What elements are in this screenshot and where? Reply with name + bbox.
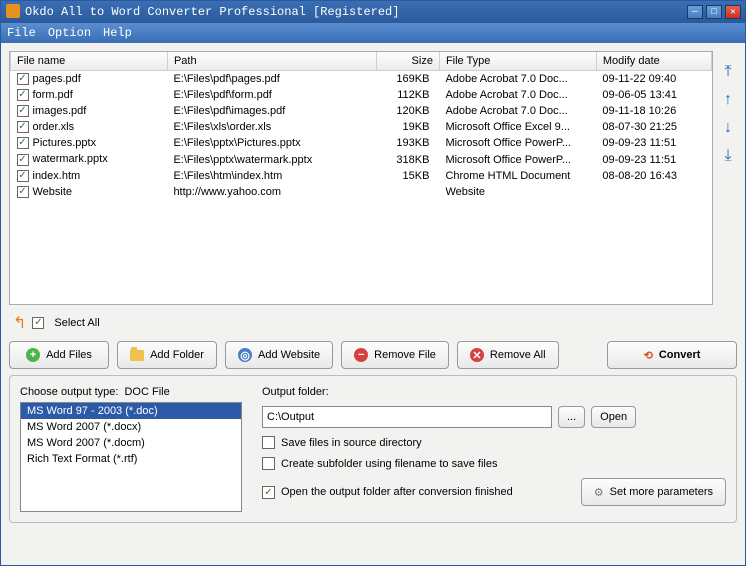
add-files-button[interactable]: + Add Files <box>9 341 109 369</box>
up-folder-icon[interactable]: ↰ <box>13 313 26 333</box>
open-after-label: Open the output folder after conversion … <box>281 486 513 498</box>
move-top-button[interactable]: ⤒ <box>719 63 737 81</box>
open-after-checkbox[interactable] <box>262 486 275 499</box>
output-type-label: Choose output type: <box>20 386 118 398</box>
row-checkbox[interactable] <box>17 154 29 166</box>
list-item[interactable]: Rich Text Format (*.rtf) <box>21 451 241 467</box>
move-up-button[interactable]: ↑ <box>719 91 737 109</box>
row-checkbox[interactable] <box>17 170 29 182</box>
row-checkbox[interactable] <box>17 121 29 133</box>
folder-icon <box>130 350 144 361</box>
select-all-checkbox[interactable] <box>32 317 44 329</box>
menu-option[interactable]: Option <box>48 26 91 40</box>
col-path[interactable]: Path <box>167 52 376 71</box>
output-folder-input[interactable] <box>262 406 552 428</box>
row-checkbox[interactable] <box>17 89 29 101</box>
move-down-button[interactable]: ↓ <box>719 119 737 137</box>
maximize-button[interactable]: □ <box>706 5 722 19</box>
set-parameters-button[interactable]: ⚙ Set more parameters <box>581 478 726 506</box>
x-icon: ✕ <box>470 348 484 362</box>
select-all-label: Select All <box>54 317 99 329</box>
add-folder-button[interactable]: Add Folder <box>117 341 217 369</box>
list-item[interactable]: MS Word 2007 (*.docm) <box>21 435 241 451</box>
browse-button[interactable]: ... <box>558 406 585 428</box>
col-type[interactable]: File Type <box>439 52 596 71</box>
col-size[interactable]: Size <box>377 52 440 71</box>
output-type-current: DOC File <box>124 386 169 398</box>
add-website-button[interactable]: ◎ Add Website <box>225 341 333 369</box>
titlebar-text: Okdo All to Word Converter Professional … <box>5 5 687 19</box>
create-subfolder-label: Create subfolder using filename to save … <box>281 458 497 470</box>
create-subfolder-checkbox[interactable] <box>262 457 275 470</box>
output-type-list[interactable]: MS Word 97 - 2003 (*.doc)MS Word 2007 (*… <box>20 402 242 512</box>
col-filename[interactable]: File name <box>11 52 168 71</box>
row-checkbox[interactable] <box>17 105 29 117</box>
remove-file-button[interactable]: − Remove File <box>341 341 449 369</box>
table-row[interactable]: watermark.pptxE:\Files\pptx\watermark.pp… <box>11 151 712 167</box>
file-list[interactable]: File name Path Size File Type Modify dat… <box>9 51 713 305</box>
gear-icon: ⚙ <box>594 486 604 499</box>
globe-icon: ◎ <box>238 348 252 362</box>
move-bottom-button[interactable]: ⤓ <box>719 147 737 165</box>
save-source-checkbox[interactable] <box>262 436 275 449</box>
convert-button[interactable]: ⟲ Convert <box>607 341 737 369</box>
app-icon <box>6 4 20 18</box>
table-row[interactable]: form.pdfE:\Files\pdf\form.pdf112KBAdobe … <box>11 87 712 103</box>
output-folder-label: Output folder: <box>262 386 726 398</box>
table-row[interactable]: order.xlsE:\Files\xls\order.xls19KBMicro… <box>11 119 712 135</box>
table-row[interactable]: index.htmE:\Files\htm\index.htm15KBChrom… <box>11 168 712 184</box>
row-checkbox[interactable] <box>17 186 29 198</box>
row-checkbox[interactable] <box>17 73 29 85</box>
save-source-label: Save files in source directory <box>281 437 422 449</box>
table-row[interactable]: images.pdfE:\Files\pdf\images.pdf120KBAd… <box>11 103 712 119</box>
titlebar: Okdo All to Word Converter Professional … <box>1 1 745 23</box>
table-row[interactable]: Websitehttp://www.yahoo.comWebsite <box>11 184 712 200</box>
menu-help[interactable]: Help <box>103 26 132 40</box>
open-folder-button[interactable]: Open <box>591 406 636 428</box>
table-row[interactable]: Pictures.pptxE:\Files\pptx\Pictures.pptx… <box>11 135 712 151</box>
list-item[interactable]: MS Word 2007 (*.docx) <box>21 419 241 435</box>
col-date[interactable]: Modify date <box>596 52 711 71</box>
menubar: File Option Help <box>1 23 745 43</box>
minimize-button[interactable]: ─ <box>687 5 703 19</box>
remove-all-button[interactable]: ✕ Remove All <box>457 341 559 369</box>
menu-file[interactable]: File <box>7 26 36 40</box>
convert-icon: ⟲ <box>644 349 653 362</box>
close-button[interactable]: ✕ <box>725 5 741 19</box>
list-item[interactable]: MS Word 97 - 2003 (*.doc) <box>21 403 241 419</box>
table-row[interactable]: pages.pdfE:\Files\pdf\pages.pdf169KBAdob… <box>11 71 712 88</box>
row-checkbox[interactable] <box>17 137 29 149</box>
plus-icon: + <box>26 348 40 362</box>
minus-icon: − <box>354 348 368 362</box>
